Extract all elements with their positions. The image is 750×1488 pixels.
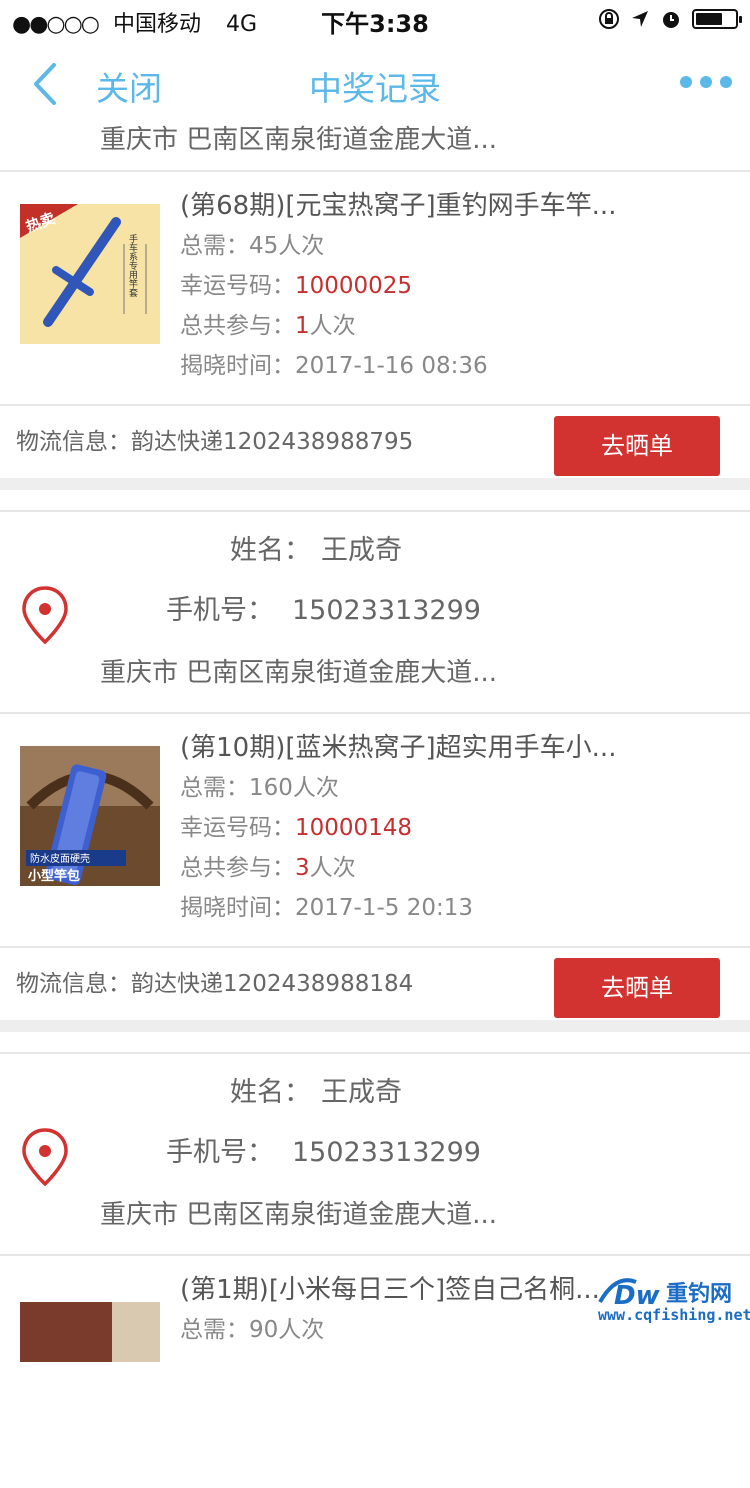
reveal-time-row: 揭晓时间：2017-1-16 08:36	[180, 353, 488, 379]
alarm-icon	[663, 12, 679, 28]
status-bar: ●●○○○ 中国移动 4G 下午3:38	[0, 0, 750, 40]
thumb-bottom-text-2: 小型竿包	[28, 868, 80, 884]
recipient-address: 重庆市 巴南区南泉街道金鹿大道...	[100, 1200, 498, 1230]
total-row: 总需：45人次	[180, 233, 325, 259]
watermark-logo: Dw 重钓网 www.cqfishing.net	[596, 1272, 750, 1328]
joined-count: 3	[295, 855, 310, 881]
product-title[interactable]: (第10期)[蓝米热窝子]超实用手车小...	[180, 728, 650, 768]
recipient-phone: 15023313299	[292, 1137, 481, 1168]
logistics-info: 物流信息：韵达快递1202438988795	[16, 429, 414, 455]
product-item[interactable]: 防水皮面硬壳 小型竿包 (第10期)[蓝米热窝子]超实用手车小... 总需：16…	[0, 714, 750, 946]
product-thumbnail	[20, 1302, 160, 1362]
section-gap	[0, 1020, 750, 1032]
reveal-time-row: 揭晓时间：2017-1-5 20:13	[180, 895, 473, 921]
lucky-number: 10000025	[295, 273, 413, 299]
section-gap	[0, 478, 750, 490]
thumb-side-text: 手车系专用竿套	[127, 233, 138, 298]
recipient-name: 王成奇	[321, 535, 402, 566]
location-pin-icon	[22, 586, 68, 644]
close-button[interactable]: 关闭	[96, 62, 162, 110]
rotation-lock-icon	[599, 9, 619, 29]
watermark-name: 重钓网	[666, 1282, 733, 1307]
lucky-number: 10000148	[295, 815, 413, 841]
share-order-button[interactable]: 去晒单	[554, 958, 720, 1018]
product-thumbnail: 防水皮面硬壳 小型竿包	[20, 746, 160, 886]
location-pin-icon	[22, 1128, 68, 1186]
recipient-address: 重庆市 巴南区南泉街道金鹿大道...	[100, 658, 498, 688]
logistics-info: 物流信息：韵达快递1202438988184	[16, 971, 414, 997]
lucky-number-row: 幸运号码：10000148	[180, 815, 413, 841]
product-info: (第68期)[元宝热窝子]重钓网手车竿... 总需：45人次 幸运号码：1000…	[180, 186, 730, 386]
joined-row: 总共参与：1人次	[180, 313, 356, 339]
back-chevron-icon[interactable]	[28, 62, 68, 106]
product-title[interactable]: (第68期)[元宝热窝子]重钓网手车竿...	[180, 186, 650, 226]
recipient-name-row: 姓名： 王成奇	[230, 535, 402, 566]
battery-icon	[692, 9, 742, 29]
recipient-phone-row: 手机号： 15023313299	[166, 1137, 481, 1168]
more-icon[interactable]	[680, 76, 732, 88]
recipient-name: 王成奇	[321, 1077, 402, 1108]
logistics-row: 物流信息：韵达快递1202438988184 去晒单	[0, 948, 750, 1020]
address-line: 重庆市 巴南区南泉街道金鹿大道...	[100, 125, 498, 155]
recipient-name-row: 姓名： 王成奇	[230, 1077, 402, 1108]
status-right	[598, 8, 742, 30]
recipient-card: 姓名： 王成奇 手机号： 15023313299 重庆市 巴南区南泉街道金鹿大道..…	[0, 1054, 750, 1254]
product-item[interactable]: 热卖 手车系专用竿套 (第68期)[元宝热窝子]重钓网手车竿... 总需：45人…	[0, 172, 750, 404]
joined-count: 1	[295, 313, 310, 339]
joined-row: 总共参与：3人次	[180, 855, 356, 881]
recipient-phone: 15023313299	[292, 595, 481, 626]
product-title[interactable]: (第1期)[小米每日三个]签自己名桐...	[180, 1270, 650, 1310]
location-icon	[632, 11, 648, 27]
product-info: (第10期)[蓝米热窝子]超实用手车小... 总需：160人次 幸运号码：100…	[180, 728, 730, 928]
recipient-card: 姓名： 王成奇 手机号： 15023313299 重庆市 巴南区南泉街道金鹿大道..…	[0, 512, 750, 712]
logistics-row: 物流信息：韵达快递1202438988795 去晒单	[0, 406, 750, 478]
product-thumbnail: 热卖 手车系专用竿套	[20, 204, 160, 344]
share-order-button[interactable]: 去晒单	[554, 416, 720, 476]
recipient-phone-row: 手机号： 15023313299	[166, 595, 481, 626]
lucky-number-row: 幸运号码：10000025	[180, 273, 413, 299]
total-row: 总需：160人次	[180, 775, 339, 801]
watermark-url: www.cqfishing.net	[598, 1306, 750, 1324]
thumb-bottom-text-1: 防水皮面硬壳	[30, 852, 90, 865]
